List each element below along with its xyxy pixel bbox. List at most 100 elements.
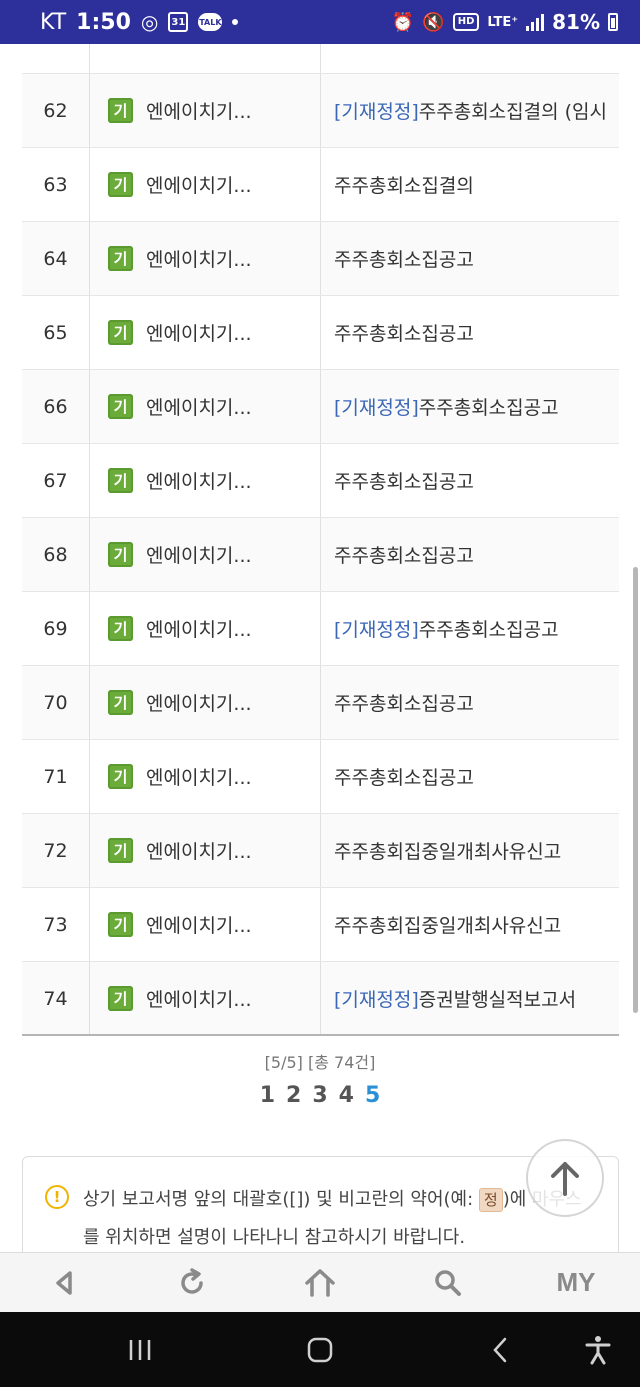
nav-back-icon	[493, 1337, 507, 1363]
company-cell[interactable]: 기 엔에이치기...	[90, 74, 321, 147]
report-cell[interactable]: 주주총회집중일개최사유신고	[321, 814, 619, 887]
company-cell[interactable]: 기 엔에이치기...	[90, 666, 321, 739]
report-name[interactable]: 주주총회집중일개최사유신고	[334, 911, 561, 938]
company-cell[interactable]: 기 엔에이치기...	[90, 962, 321, 1035]
table-row[interactable]: 70 기 엔에이치기... 주주총회소집공고	[22, 666, 619, 740]
refresh-button[interactable]	[128, 1253, 256, 1312]
report-name[interactable]: 주주총회집중일개최사유신고	[334, 837, 561, 864]
company-name[interactable]: 엔에이치기...	[146, 985, 252, 1012]
company-cell[interactable]: 기 엔에이치기...	[90, 888, 321, 961]
report-cell[interactable]: 주주총회집중일개최사유신고	[321, 888, 619, 961]
company-cell[interactable]: 기 엔에이치기...	[90, 296, 321, 369]
page-link-3[interactable]: 3	[312, 1083, 327, 1108]
company-name[interactable]: 엔에이치기...	[146, 245, 252, 272]
company-name[interactable]: 엔에이치기...	[146, 319, 252, 346]
my-button[interactable]: MY	[512, 1253, 640, 1312]
disclosure-table: 62 기 엔에이치기... [기재정정] 주주총회소집결의 (임시 63 기 엔에이치기...…	[22, 0, 619, 1036]
report-cell[interactable]: 주주총회소집공고	[321, 518, 619, 591]
correction-tag: [기재정정]	[334, 989, 419, 1011]
nav-home-icon	[307, 1337, 333, 1363]
table-row[interactable]: 71 기 엔에이치기... 주주총회소집공고	[22, 740, 619, 814]
market-badge-icon: 기	[108, 542, 133, 567]
page-link-5[interactable]: 5	[365, 1083, 380, 1108]
table-row[interactable]: 66 기 엔에이치기... [기재정정] 주주총회소집공고	[22, 370, 619, 444]
table-row[interactable]: 69 기 엔에이치기... [기재정정] 주주총회소집공고	[22, 592, 619, 666]
my-label: MY	[556, 1267, 596, 1297]
table-row[interactable]: 65 기 엔에이치기... 주주총회소집공고	[22, 296, 619, 370]
scroll-top-button[interactable]	[526, 1139, 604, 1217]
report-name[interactable]: 주주총회소집공고	[334, 689, 474, 716]
company-name[interactable]: 엔에이치기...	[146, 393, 252, 420]
search-button[interactable]	[384, 1253, 512, 1312]
home-button[interactable]	[256, 1253, 384, 1312]
lte-icon: LTE⁺	[487, 14, 519, 30]
page-link-4[interactable]: 4	[339, 1083, 354, 1108]
report-name[interactable]: 주주총회소집결의	[334, 171, 474, 198]
market-badge-icon: 기	[108, 616, 133, 641]
company-name[interactable]: 엔에이치기...	[146, 763, 252, 790]
battery-icon	[608, 13, 618, 31]
row-number: 71	[22, 740, 90, 813]
report-cell[interactable]: 주주총회소집공고	[321, 296, 619, 369]
report-cell[interactable]: [기재정정] 주주총회소집결의 (임시	[321, 74, 619, 147]
company-name[interactable]: 엔에이치기...	[146, 911, 252, 938]
table-row[interactable]: 68 기 엔에이치기... 주주총회소집공고	[22, 518, 619, 592]
report-name[interactable]: 주주총회소집결의 (임시	[419, 97, 607, 124]
recents-button[interactable]	[120, 1334, 160, 1366]
page-link-1[interactable]: 1	[260, 1083, 275, 1108]
scrollbar[interactable]	[633, 567, 638, 1013]
report-name[interactable]: 주주총회소집공고	[334, 319, 474, 346]
report-cell[interactable]: [기재정정] 주주총회소집공고	[321, 592, 619, 665]
table-bottom-border	[22, 1034, 619, 1036]
table-row[interactable]: 67 기 엔에이치기... 주주총회소집공고	[22, 444, 619, 518]
page-link-2[interactable]: 2	[286, 1083, 301, 1108]
report-name[interactable]: 증권발행실적보고서	[419, 985, 576, 1012]
report-name[interactable]: 주주총회소집공고	[334, 245, 474, 272]
home-icon	[305, 1268, 335, 1297]
carrier-label: KT	[40, 9, 67, 35]
company-name[interactable]: 엔에이치기...	[146, 837, 252, 864]
company-cell[interactable]: 기 엔에이치기...	[90, 222, 321, 295]
row-number: 66	[22, 370, 90, 443]
back-button[interactable]	[0, 1253, 128, 1312]
notification-dot-icon	[232, 19, 239, 25]
report-cell[interactable]: 주주총회소집공고	[321, 666, 619, 739]
report-cell[interactable]: 주주총회소집공고	[321, 740, 619, 813]
company-name[interactable]: 엔에이치기...	[146, 615, 252, 642]
company-cell[interactable]: 기 엔에이치기...	[90, 814, 321, 887]
company-cell[interactable]: 기 엔에이치기...	[90, 518, 321, 591]
report-name[interactable]: 주주총회소집공고	[419, 393, 559, 420]
table-row[interactable]: 63 기 엔에이치기... 주주총회소집결의	[22, 148, 619, 222]
report-cell[interactable]: [기재정정] 증권발행실적보고서	[321, 962, 619, 1035]
pagination: 12345	[0, 1083, 640, 1108]
accessibility-button[interactable]	[578, 1334, 618, 1366]
report-cell[interactable]: 주주총회소집결의	[321, 148, 619, 221]
report-cell[interactable]: 주주총회소집공고	[321, 222, 619, 295]
report-name[interactable]: 주주총회소집공고	[419, 615, 559, 642]
report-cell[interactable]: [기재정정] 주주총회소집공고	[321, 370, 619, 443]
company-name[interactable]: 엔에이치기...	[146, 97, 252, 124]
market-badge-icon: 기	[108, 838, 133, 863]
company-name[interactable]: 엔에이치기...	[146, 541, 252, 568]
report-cell[interactable]: 주주총회소집공고	[321, 444, 619, 517]
table-row[interactable]: 73 기 엔에이치기... 주주총회집중일개최사유신고	[22, 888, 619, 962]
table-row[interactable]: 72 기 엔에이치기... 주주총회집중일개최사유신고	[22, 814, 619, 888]
company-name[interactable]: 엔에이치기...	[146, 467, 252, 494]
report-name[interactable]: 주주총회소집공고	[334, 541, 474, 568]
company-cell[interactable]: 기 엔에이치기...	[90, 740, 321, 813]
company-cell[interactable]: 기 엔에이치기...	[90, 444, 321, 517]
nav-back-button[interactable]	[480, 1334, 520, 1366]
status-left: KT 1:50 ◎ 31 TALK	[40, 9, 239, 35]
scroll-top-arrow-icon	[551, 1162, 579, 1196]
table-row[interactable]: 74 기 엔에이치기... [기재정정] 증권발행실적보고서	[22, 962, 619, 1036]
table-row[interactable]: 62 기 엔에이치기... [기재정정] 주주총회소집결의 (임시	[22, 74, 619, 148]
company-cell[interactable]: 기 엔에이치기...	[90, 370, 321, 443]
company-cell[interactable]: 기 엔에이치기...	[90, 148, 321, 221]
company-cell[interactable]: 기 엔에이치기...	[90, 592, 321, 665]
report-name[interactable]: 주주총회소집공고	[334, 763, 474, 790]
nav-home-button[interactable]	[300, 1334, 340, 1366]
company-name[interactable]: 엔에이치기...	[146, 689, 252, 716]
report-name[interactable]: 주주총회소집공고	[334, 467, 474, 494]
company-name[interactable]: 엔에이치기...	[146, 171, 252, 198]
table-row[interactable]: 64 기 엔에이치기... 주주총회소집공고	[22, 222, 619, 296]
